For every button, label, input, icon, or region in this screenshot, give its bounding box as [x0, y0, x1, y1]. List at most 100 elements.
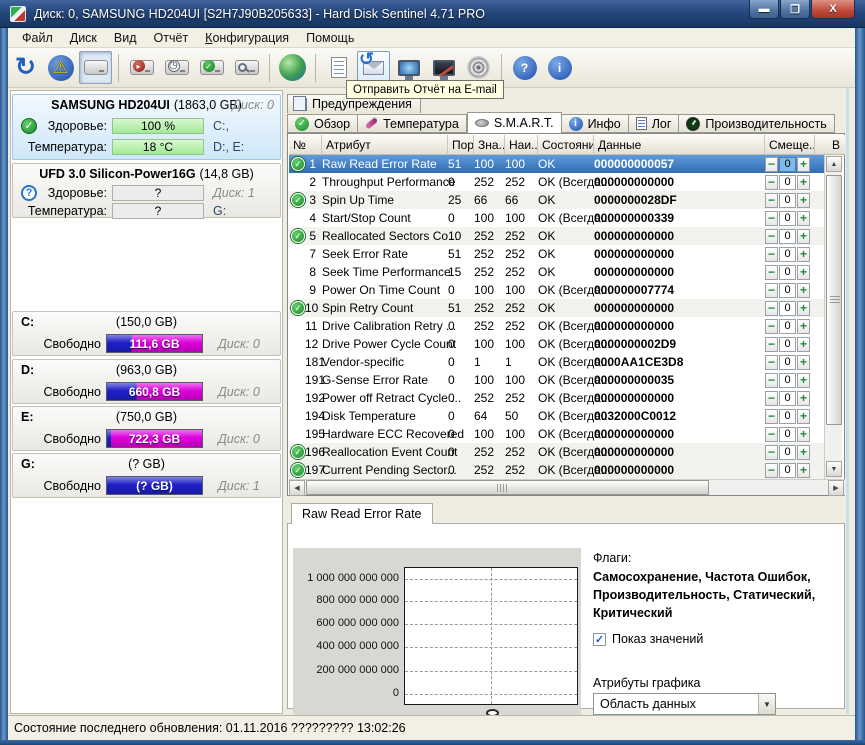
offset-decrease-button[interactable]: − — [765, 229, 778, 244]
refresh-button[interactable]: ↻ — [9, 51, 42, 84]
graph-attributes-dropdown[interactable]: Область данных ▼ — [593, 693, 776, 715]
tab-performance[interactable]: Производительность — [679, 114, 834, 133]
scroll-right-button[interactable]: ▶ — [828, 480, 844, 496]
horizontal-scroll-thumb[interactable] — [306, 480, 709, 495]
column-header-threshold[interactable]: Пор... — [448, 135, 474, 155]
offset-decrease-button[interactable]: − — [765, 445, 778, 460]
offset-increase-button[interactable]: + — [797, 463, 810, 478]
table-row[interactable]: ✓5 Reallocated Sectors Co... 10 252 252 … — [289, 227, 825, 245]
table-row[interactable]: ✓195 Hardware ECC Recovered 0 100 100 OK… — [289, 425, 825, 443]
disk-view-button[interactable] — [79, 51, 112, 84]
network-disk-button[interactable] — [276, 51, 309, 84]
offset-increase-button[interactable]: + — [797, 157, 810, 172]
table-row[interactable]: ✓196 Reallocation Event Count 0 252 252 … — [289, 443, 825, 461]
volume-panel-e[interactable]: E:(750,0 GB) Свободно 722,3 GB Диск: 0 — [12, 406, 281, 451]
offset-decrease-button[interactable]: − — [765, 427, 778, 442]
scroll-left-button[interactable]: ◀ — [289, 480, 305, 496]
offset-increase-button[interactable]: + — [797, 301, 810, 316]
volume-panel-c[interactable]: C:(150,0 GB) Свободно 111,6 GB Диск: 0 — [12, 311, 281, 356]
tab-overview[interactable]: ✓Обзор — [287, 114, 358, 133]
offset-increase-button[interactable]: + — [797, 211, 810, 226]
scroll-up-button[interactable]: ▲ — [826, 156, 842, 172]
column-header-status[interactable]: Состояние — [538, 135, 594, 155]
chevron-down-icon[interactable]: ▼ — [758, 694, 775, 714]
column-header-offset[interactable]: Смеще... — [765, 135, 815, 155]
table-row[interactable]: ✓194 Disk Temperature 0 64 50 OK (Всегда… — [289, 407, 825, 425]
column-header-number[interactable]: № — [289, 135, 322, 155]
vertical-scrollbar[interactable]: ▲ ▼ — [824, 155, 842, 479]
table-row[interactable]: ✓2 Throughput Performance 0 252 252 OK (… — [289, 173, 825, 191]
offset-increase-button[interactable]: + — [797, 283, 810, 298]
table-row[interactable]: ✓4 Start/Stop Count 0 100 100 OK (Всегда… — [289, 209, 825, 227]
offset-increase-button[interactable]: + — [797, 391, 810, 406]
help-button[interactable]: ? — [508, 51, 541, 84]
offset-decrease-button[interactable]: − — [765, 211, 778, 226]
scroll-down-button[interactable]: ▼ — [826, 461, 842, 477]
maximize-button[interactable]: ❐ — [780, 0, 810, 19]
table-row[interactable]: ✓10 Spin Retry Count 51 252 252 OK 00000… — [289, 299, 825, 317]
offset-decrease-button[interactable]: − — [765, 355, 778, 370]
menu-item-вид[interactable]: Вид — [106, 29, 145, 47]
offset-increase-button[interactable]: + — [797, 409, 810, 424]
menu-item-диск[interactable]: Диск — [62, 29, 105, 47]
volume-panel-g[interactable]: G:(? GB) Свободно (? GB) Диск: 1 — [12, 453, 281, 498]
about-button[interactable]: i — [543, 51, 576, 84]
offset-increase-button[interactable]: + — [797, 355, 810, 370]
table-row[interactable]: ✓12 Drive Power Cycle Count 0 100 100 OK… — [289, 335, 825, 353]
minimize-button[interactable]: ▬ — [749, 0, 779, 19]
offset-decrease-button[interactable]: − — [765, 193, 778, 208]
column-header-value[interactable]: Зна... — [474, 135, 505, 155]
offset-increase-button[interactable]: + — [797, 247, 810, 262]
offset-decrease-button[interactable]: − — [765, 157, 778, 172]
disk-acoustic-button[interactable]: ▸ — [125, 51, 158, 84]
table-row[interactable]: ✓3 Spin Up Time 25 66 66 OK 0000000028DF… — [289, 191, 825, 209]
offset-decrease-button[interactable]: − — [765, 391, 778, 406]
vertical-scroll-thumb[interactable] — [826, 175, 842, 425]
table-row[interactable]: ✓11 Drive Calibration Retry ... 0 252 25… — [289, 317, 825, 335]
offset-decrease-button[interactable]: − — [765, 301, 778, 316]
tab-temperature[interactable]: Температура — [358, 114, 467, 133]
offset-increase-button[interactable]: + — [797, 445, 810, 460]
disk-test-ok-button[interactable]: ✓ — [195, 51, 228, 84]
column-header-attribute[interactable]: Атрибут — [322, 135, 448, 155]
volume-panel-d[interactable]: D:(963,0 GB) Свободно 660,8 GB Диск: 0 — [12, 359, 281, 404]
offset-increase-button[interactable]: + — [797, 319, 810, 334]
offset-increase-button[interactable]: + — [797, 427, 810, 442]
menu-item-конфигурация[interactable]: Конфигурация — [197, 29, 297, 47]
tab-log[interactable]: Лог — [629, 114, 680, 133]
table-row[interactable]: ✓181 Vendor-specific 0 1 1 OK (Всегда...… — [289, 353, 825, 371]
offset-decrease-button[interactable]: − — [765, 337, 778, 352]
alerts-button[interactable]: ⚠ — [44, 51, 77, 84]
table-row[interactable]: ✓1 Raw Read Error Rate 51 100 100 OK 000… — [289, 155, 825, 173]
column-header-worst[interactable]: Наи... — [505, 135, 538, 155]
column-header-weight[interactable]: В — [815, 135, 845, 155]
table-row[interactable]: ✓7 Seek Error Rate 51 252 252 OK 0000000… — [289, 245, 825, 263]
table-row[interactable]: ✓9 Power On Time Count 0 100 100 OK (Все… — [289, 281, 825, 299]
close-button[interactable]: X — [811, 0, 855, 19]
disk-schedule-button[interactable]: ◷ — [160, 51, 193, 84]
horizontal-scrollbar[interactable]: ◀ ▶ — [289, 479, 845, 495]
offset-decrease-button[interactable]: − — [765, 283, 778, 298]
offset-increase-button[interactable]: + — [797, 373, 810, 388]
tab-smart[interactable]: S.M.A.R.T. — [467, 112, 562, 133]
column-header-data[interactable]: Данные — [594, 135, 765, 155]
table-row[interactable]: ✓191 G-Sense Error Rate 0 100 100 OK (Вс… — [289, 371, 825, 389]
disk-surface-test-button[interactable] — [230, 51, 263, 84]
table-row[interactable]: ✓8 Seek Time Performance 15 252 252 OK 0… — [289, 263, 825, 281]
offset-decrease-button[interactable]: − — [765, 463, 778, 478]
disk-panel-ufd[interactable]: UFD 3.0 Silicon-Power16G (14,8 GB) ? Здо… — [12, 163, 281, 218]
offset-decrease-button[interactable]: − — [765, 265, 778, 280]
menu-item-файл[interactable]: Файл — [14, 29, 61, 47]
offset-decrease-button[interactable]: − — [765, 175, 778, 190]
offset-increase-button[interactable]: + — [797, 229, 810, 244]
menu-item-отчёт[interactable]: Отчёт — [146, 29, 197, 47]
table-row[interactable]: ✓192 Power off Retract Cycle ... 0 252 2… — [289, 389, 825, 407]
offset-decrease-button[interactable]: − — [765, 373, 778, 388]
offset-decrease-button[interactable]: − — [765, 409, 778, 424]
disk-panel-samsung[interactable]: SAMSUNG HD204UI (1863,0 GB) Диск: 0 ✓ Зд… — [12, 94, 281, 160]
offset-increase-button[interactable]: + — [797, 193, 810, 208]
titlebar[interactable]: Диск: 0, SAMSUNG HD204UI [S2H7J90B205633… — [0, 0, 865, 28]
detail-tab[interactable]: Raw Read Error Rate — [291, 503, 433, 524]
offset-increase-button[interactable]: + — [797, 337, 810, 352]
table-row[interactable]: ✓197 Current Pending Sector... 0 252 252… — [289, 461, 825, 479]
